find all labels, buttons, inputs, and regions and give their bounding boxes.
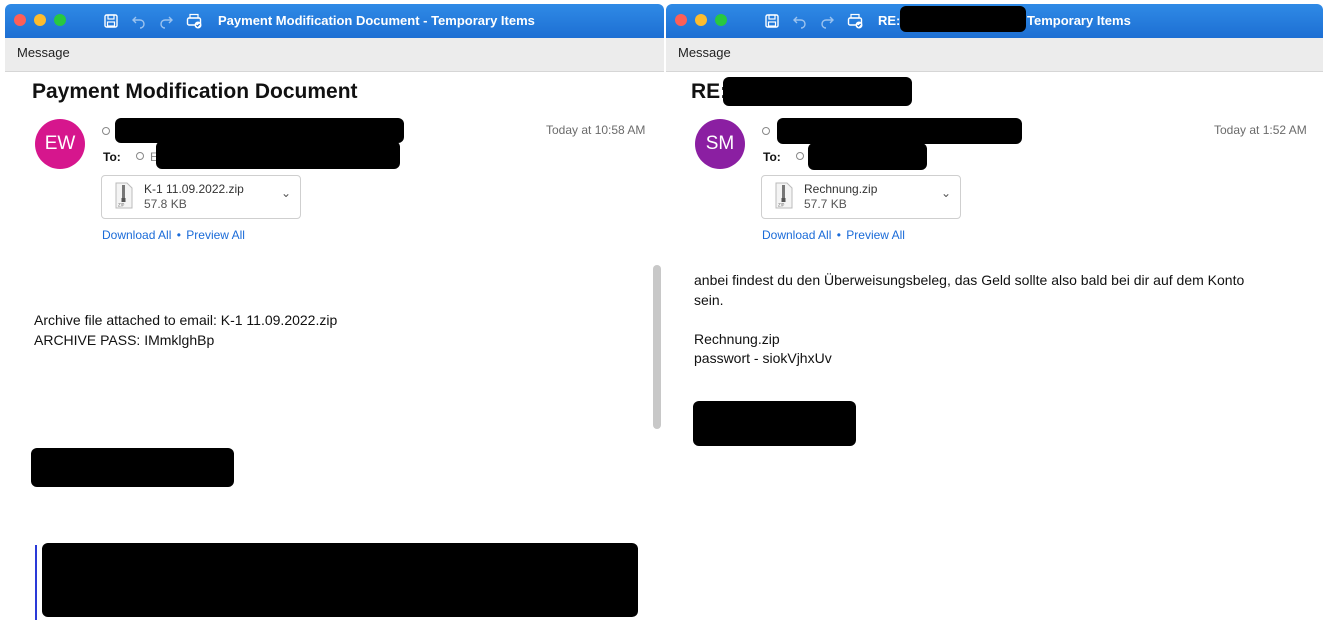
minimize-button[interactable] (695, 14, 707, 26)
svg-text:ZIP: ZIP (118, 203, 125, 208)
window-title: Payment Modification Document - Temporar… (218, 13, 535, 28)
preview-all-link[interactable]: Preview All (186, 228, 245, 242)
save-icon[interactable] (764, 13, 780, 29)
svg-text:ZIP: ZIP (778, 203, 785, 208)
zip-file-icon: ZIP (115, 182, 133, 209)
email-window-right: RE: Temporary Items Message RE: SM To: T… (666, 0, 1323, 620)
redo-icon[interactable] (819, 13, 835, 29)
attachment-size: 57.8 KB (144, 197, 187, 211)
separator: • (176, 228, 181, 242)
redacted-recipient (808, 143, 927, 170)
message-toolbar: Message (5, 38, 664, 72)
title-bar: RE: Temporary Items (666, 4, 1323, 38)
email-date: Today at 10:58 AM (546, 123, 646, 137)
redacted-signature (693, 401, 856, 446)
save-icon[interactable] (103, 13, 119, 29)
attachment-actions: Download All • Preview All (762, 228, 905, 242)
print-icon[interactable] (847, 13, 863, 29)
avatar: SM (695, 119, 745, 169)
email-window-left: Payment Modification Document - Temporar… (5, 0, 664, 620)
redacted-quoted-text (42, 543, 638, 617)
body-line: Rechnung.zip (694, 330, 780, 347)
preview-all-link[interactable]: Preview All (846, 228, 905, 242)
chevron-down-icon[interactable]: ⌄ (281, 186, 291, 200)
redacted-signature (31, 448, 234, 487)
redacted-title (900, 6, 1026, 32)
email-subject: RE: (691, 80, 728, 103)
attachment-name: Rechnung.zip (804, 182, 878, 196)
redo-icon[interactable] (158, 13, 174, 29)
close-button[interactable] (675, 14, 687, 26)
undo-icon[interactable] (792, 13, 808, 29)
body-line: Archive file attached to email: K-1 11.0… (34, 312, 338, 328)
body-line: anbei findest du den Überweisungsbeleg, … (694, 272, 1245, 288)
sender-status-icon (762, 127, 770, 135)
body-line: sein. (694, 291, 724, 308)
email-date: Today at 1:52 AM (1214, 123, 1307, 137)
recipient-status-icon (796, 152, 804, 160)
avatar: EW (35, 119, 85, 169)
email-body: anbei findest du den Überweisungsbeleg, … (694, 271, 1314, 369)
redacted-sender (115, 118, 404, 143)
body-line: passwort - siokVjhxUv (694, 350, 832, 366)
message-tab[interactable]: Message (678, 45, 731, 60)
redacted-subject (723, 77, 912, 106)
zoom-button[interactable] (54, 14, 66, 26)
to-label: To: (103, 150, 121, 164)
attachment-card[interactable]: ZIP Rechnung.zip 57.7 KB ⌄ (761, 175, 961, 219)
undo-icon[interactable] (131, 13, 147, 29)
email-body: Archive file attached to email: K-1 11.0… (34, 311, 337, 350)
minimize-button[interactable] (34, 14, 46, 26)
to-label: To: (763, 150, 781, 164)
attachment-name: K-1 11.09.2022.zip (144, 182, 244, 196)
email-subject: Payment Modification Document (32, 80, 358, 103)
window-title-prefix: RE: (878, 13, 901, 28)
attachment-actions: Download All • Preview All (102, 228, 245, 242)
zip-file-icon: ZIP (775, 182, 793, 209)
download-all-link[interactable]: Download All (102, 228, 171, 242)
message-toolbar: Message (666, 38, 1323, 72)
zoom-button[interactable] (715, 14, 727, 26)
title-bar: Payment Modification Document - Temporar… (5, 4, 664, 38)
chevron-down-icon[interactable]: ⌄ (941, 186, 951, 200)
window-title-suffix: Temporary Items (1027, 13, 1131, 28)
print-icon[interactable] (186, 13, 202, 29)
separator: • (836, 228, 841, 242)
attachment-size: 57.7 KB (804, 197, 847, 211)
recipient-status-icon (136, 152, 144, 160)
message-tab[interactable]: Message (17, 45, 70, 60)
attachment-card[interactable]: ZIP K-1 11.09.2022.zip 57.8 KB ⌄ (101, 175, 301, 219)
close-button[interactable] (14, 14, 26, 26)
redacted-recipient (156, 141, 400, 169)
download-all-link[interactable]: Download All (762, 228, 831, 242)
redacted-sender (777, 118, 1022, 144)
quote-bar (35, 545, 37, 620)
scrollbar[interactable] (653, 265, 661, 429)
body-line: ARCHIVE PASS: IMmklghBp (34, 331, 215, 348)
sender-status-icon (102, 127, 110, 135)
